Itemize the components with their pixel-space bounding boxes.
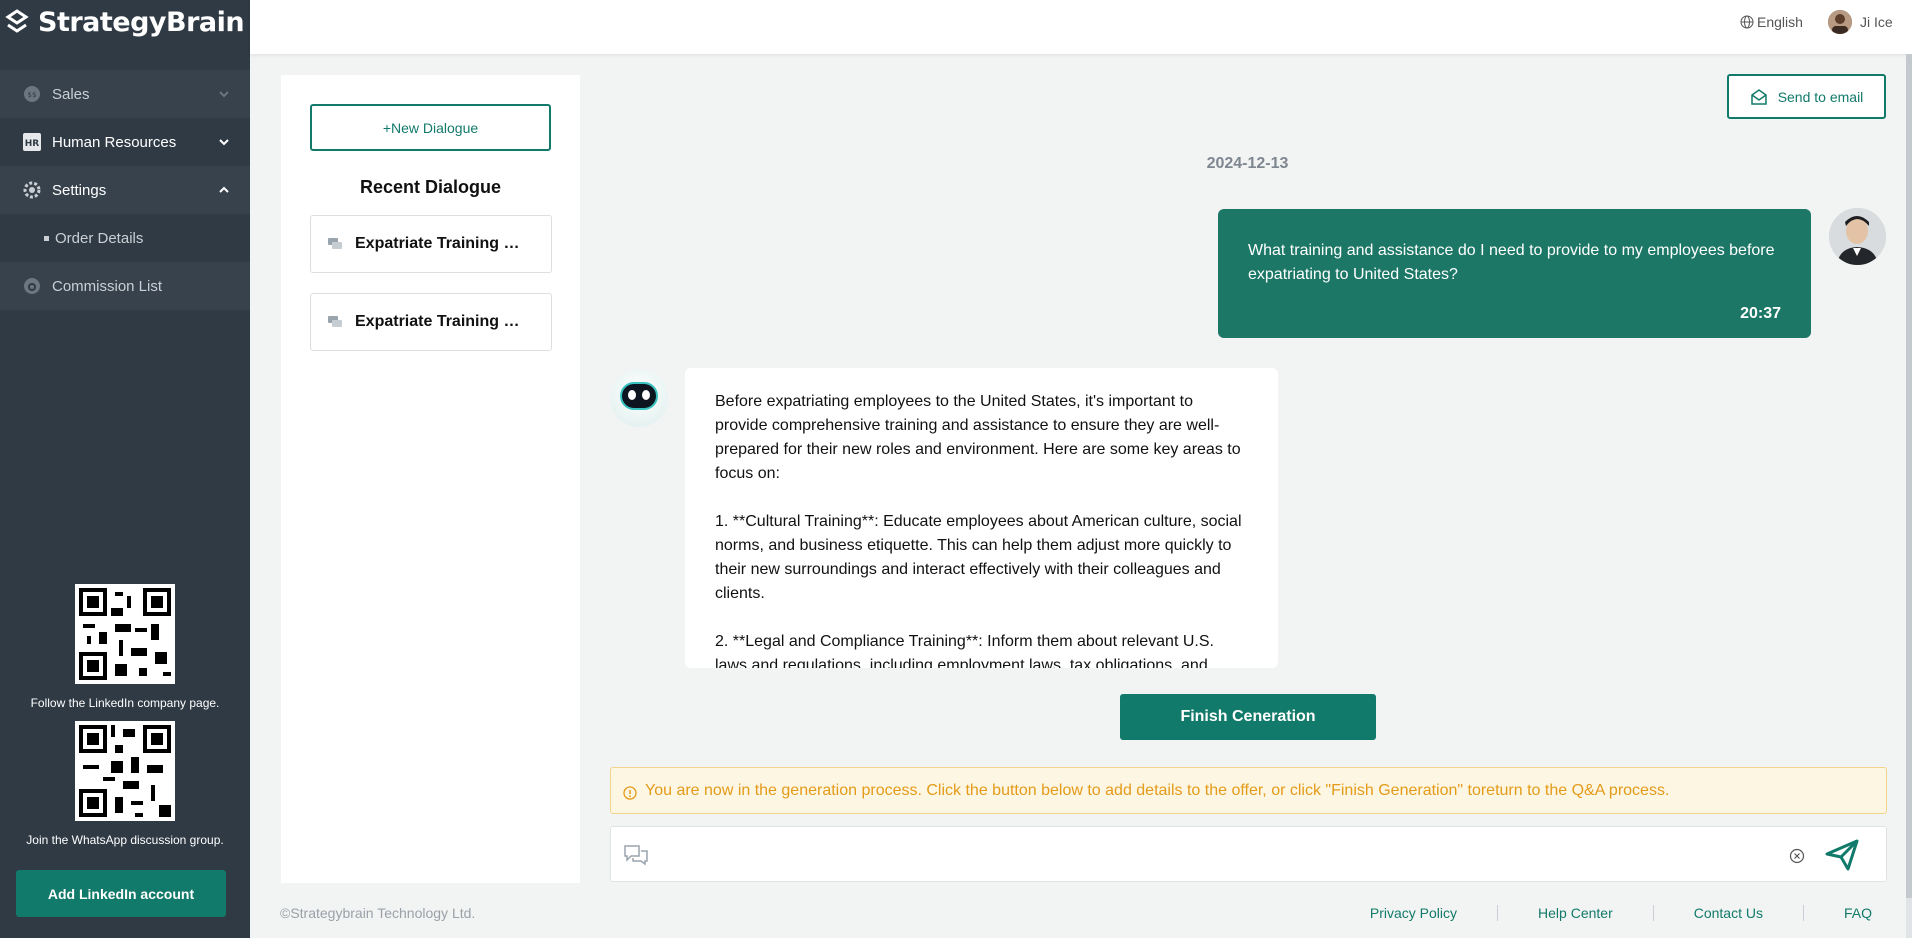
sidebar-item-label: Settings [52,181,107,199]
chevron-down-icon [219,91,229,98]
footer: ©Strategybrain Technology Ltd. Privacy P… [280,905,1892,925]
footer-link-privacy-policy[interactable]: Privacy Policy [1350,905,1477,921]
send-to-email-button[interactable]: Send to email [1727,74,1886,119]
divider [1802,905,1804,921]
bot-message-bubble: Before expatriating employees to the Uni… [685,368,1278,668]
message-time: 20:37 [1740,305,1781,322]
info-icon [623,785,637,800]
new-dialogue-button[interactable]: +New Dialogue [310,104,551,151]
recent-dialogue-title: Recent Dialogue [359,177,502,197]
dialogue-item[interactable]: Expatriate Training Needs [310,215,552,273]
dialogue-title: Expatriate Training Needs [355,313,530,330]
finish-generation-button[interactable]: Finish Ceneration [1120,694,1376,740]
language-selector[interactable]: English [1740,14,1803,30]
chat-bubbles-icon [328,316,342,327]
sales-icon: $$ [22,84,42,104]
user-name: Ji Ice [1860,14,1893,30]
language-label: English [1757,14,1803,30]
scrollbar-thumb[interactable] [1906,54,1912,898]
svg-text:$$: $$ [28,91,37,99]
whatsapp-qr-caption: Join the WhatsApp discussion group. [26,833,224,847]
generation-notice: You are now in the generation process. C… [610,767,1887,814]
message-input[interactable] [661,837,1761,873]
dialogue-title: Expatriate Training Needs [355,235,530,252]
sidebar-subitem-order-details[interactable]: Order Details [0,214,250,262]
sidebar-item-label: Commission List [52,277,163,295]
svg-text:HR: HR [25,139,40,149]
sidebar-nav: $$ Sales HR Human Resources Settings Ord… [0,70,250,310]
dialogue-panel: +New Dialogue Recent Dialogue Expatriate… [281,75,580,883]
footer-link-help-center[interactable]: Help Center [1518,905,1633,921]
footer-link-faq[interactable]: FAQ [1824,905,1892,921]
message-input-bar [610,826,1887,882]
logo[interactable]: StrategyBrain [0,0,250,44]
sidebar-item-label: Sales [52,85,90,103]
robot-icon [620,382,658,410]
user-menu[interactable]: Ji Ice [1828,10,1893,34]
globe-icon [1740,15,1754,29]
user-message-avatar [1829,208,1886,265]
send-icon[interactable] [1824,837,1860,873]
sidebar-subitem-label: Order Details [55,229,144,247]
bot-avatar [610,369,668,427]
logo-icon [5,9,29,33]
footer-links: Privacy Policy Help Center Contact Us FA… [1350,905,1892,921]
chevron-up-icon [219,186,229,193]
bot-message-paragraph: Before expatriating employees to the Uni… [715,393,1241,482]
whatsapp-qr-code [75,721,175,821]
sidebar: StrategyBrain $$ Sales HR Human Resource… [0,0,250,938]
bot-message-paragraph: 2. **Legal and Compliance Training**: In… [715,633,1214,668]
copyright: ©Strategybrain Technology Ltd. [280,905,476,921]
send-to-email-label: Send to email [1777,88,1864,105]
bot-message-paragraph: 1. **Cultural Training**: Educate employ… [715,513,1242,602]
sidebar-item-human-resources[interactable]: HR Human Resources [0,118,250,166]
chat-icon [624,845,648,866]
linkedin-qr-code [75,584,175,684]
linkedin-qr-block: Follow the LinkedIn company page. [0,584,250,710]
mail-icon [1750,88,1767,105]
bullet-icon [44,235,49,241]
divider [1497,905,1499,921]
chevron-down-icon [219,139,229,146]
user-message-bubble: What training and assistance do I need t… [1218,209,1811,338]
whatsapp-qr-block: Join the WhatsApp discussion group. [0,721,250,847]
clear-icon[interactable] [1789,848,1805,864]
gear-icon [22,180,42,200]
sidebar-item-label: Human Resources [52,133,177,151]
chat-bubbles-icon [328,238,342,249]
notice-text: You are now in the generation process. C… [645,781,1670,799]
hr-icon: HR [22,132,42,152]
user-message-text: What training and assistance do I need t… [1248,242,1775,283]
commission-icon [22,276,42,296]
footer-link-contact-us[interactable]: Contact Us [1674,905,1783,921]
divider [1652,905,1654,921]
avatar [1828,10,1852,34]
add-linkedin-account-button[interactable]: Add LinkedIn account [16,870,226,917]
page-scrollbar[interactable] [1906,54,1912,938]
sidebar-item-commission-list[interactable]: Commission List [0,262,250,310]
dialogue-item[interactable]: Expatriate Training Needs [310,293,552,351]
sidebar-item-settings[interactable]: Settings [0,166,250,214]
brand-name: StrategyBrain [38,6,245,38]
sidebar-item-sales[interactable]: $$ Sales [0,70,250,118]
chat-date: 2024-12-13 [1206,155,1289,172]
linkedin-qr-caption: Follow the LinkedIn company page. [30,696,220,710]
topbar: English Ji Ice [250,0,1912,54]
